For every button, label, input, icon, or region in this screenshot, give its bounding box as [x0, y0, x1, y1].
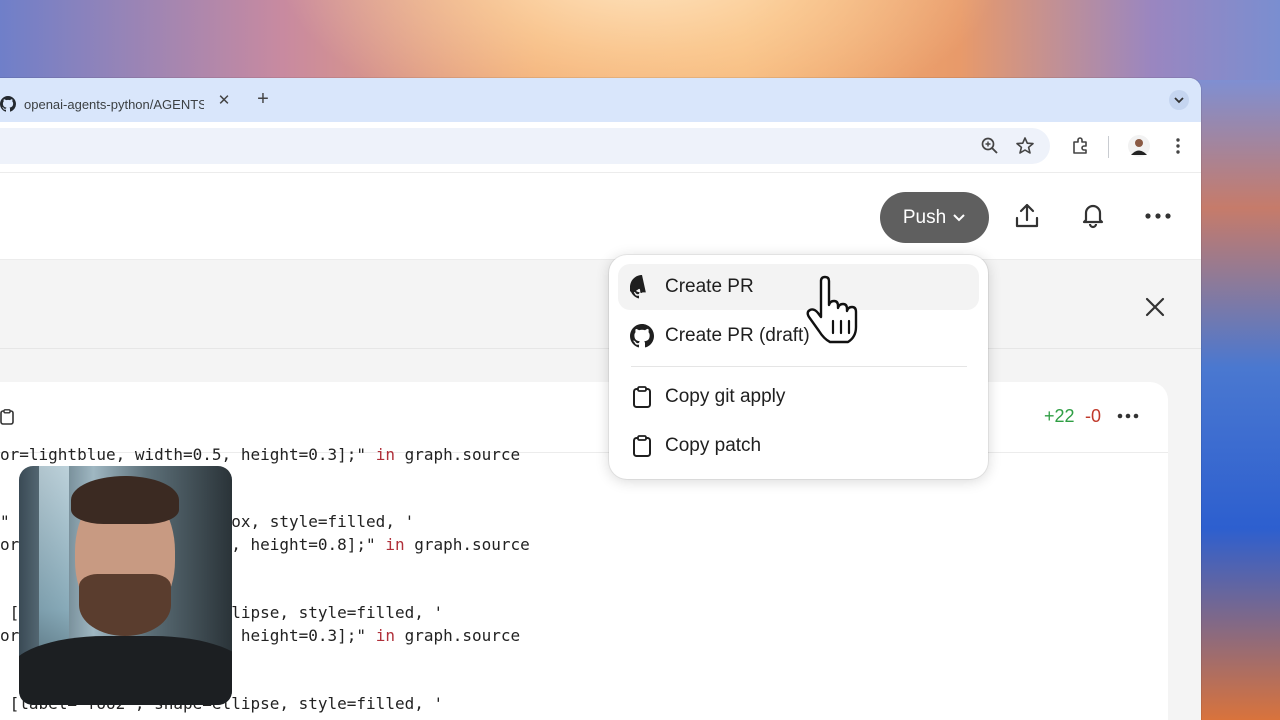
webcam-person-hair	[71, 476, 179, 524]
hand-pointer-cursor-icon	[806, 275, 858, 344]
bookmark-star-icon[interactable]	[1015, 136, 1035, 156]
clipboard-icon	[633, 435, 651, 457]
panel-divider	[0, 348, 1201, 349]
github-icon	[630, 324, 654, 348]
tab-strip: openai-agents-python/AGENTS.md ✕ +	[0, 78, 1201, 122]
extensions-icon[interactable]	[1070, 136, 1090, 156]
menu-item-label: Create PR	[665, 276, 754, 297]
push-dropdown-menu: Create PR Create PR (draft) Copy git app…	[609, 255, 988, 479]
lines-added-count: +22	[1044, 406, 1075, 426]
menu-item-label: Copy patch	[665, 435, 762, 456]
new-tab-button[interactable]: +	[255, 89, 271, 109]
notifications-bell-icon[interactable]	[1079, 201, 1107, 229]
code-line: or=lightblue, width=0.5, height=0.3];" i…	[0, 445, 521, 464]
webcam-person-shirt	[19, 636, 232, 705]
github-icon	[0, 96, 16, 112]
menu-item-create-pr-draft[interactable]: Create PR (draft)	[618, 313, 979, 359]
profile-avatar[interactable]	[1128, 135, 1150, 157]
menu-item-copy-patch[interactable]: Copy patch	[618, 423, 979, 469]
chevron-down-icon	[953, 213, 965, 221]
desktop-wallpaper	[1195, 80, 1280, 720]
tab-close-button[interactable]: ✕	[217, 93, 231, 108]
lines-removed-count: -0	[1085, 406, 1102, 426]
push-button[interactable]: Push	[880, 192, 989, 243]
webcam-person-beard	[79, 574, 171, 636]
browser-toolbar	[0, 122, 1201, 172]
address-bar[interactable]	[0, 128, 1050, 164]
webcam-overlay	[19, 466, 232, 705]
file-more-options-icon[interactable]	[1117, 412, 1139, 420]
github-icon	[630, 275, 646, 299]
zoom-icon[interactable]	[980, 136, 1000, 156]
more-options-icon[interactable]	[1144, 202, 1172, 230]
file-diff-header: +22 -0	[0, 382, 1168, 452]
tab-title: openai-agents-python/AGENTS.md	[24, 96, 204, 112]
browser-menu-icon[interactable]	[1168, 136, 1188, 156]
clipboard-icon	[633, 386, 651, 408]
menu-divider	[631, 366, 967, 367]
tab-search-chevron-icon[interactable]	[1169, 90, 1189, 110]
tab-active[interactable]: openai-agents-python/AGENTS.md ✕	[0, 86, 240, 122]
close-icon[interactable]	[1144, 296, 1166, 318]
share-upload-icon[interactable]	[1013, 202, 1041, 230]
toolbar-divider	[1108, 136, 1109, 158]
menu-item-label: Copy git apply	[665, 386, 786, 407]
push-label: Push	[902, 206, 947, 228]
menu-item-copy-git-apply[interactable]: Copy git apply	[618, 374, 979, 420]
copy-path-icon[interactable]	[0, 409, 14, 425]
menu-item-label: Create PR (draft)	[665, 325, 810, 346]
app-header: Push	[0, 172, 1201, 260]
menu-item-create-pr[interactable]: Create PR	[618, 264, 979, 310]
